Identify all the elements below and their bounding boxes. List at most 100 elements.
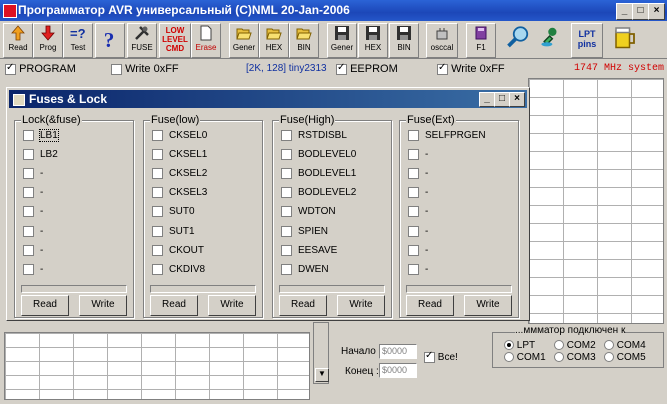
port-com5[interactable]: COM5 (604, 352, 646, 363)
fuse-checkbox[interactable] (152, 206, 163, 218)
group-write-button[interactable]: Write (79, 295, 127, 316)
group-read-button[interactable]: Read (150, 295, 198, 316)
fuse-item[interactable]: - (408, 206, 428, 220)
end-field[interactable]: $0000 (379, 363, 417, 378)
help-button[interactable]: ? (95, 23, 125, 58)
fuse-item[interactable]: BODLEVEL2 (281, 187, 356, 201)
port-com2[interactable]: COM2 (554, 340, 596, 351)
fuse-checkbox[interactable] (408, 129, 419, 141)
port-lpt[interactable]: LPT (504, 340, 535, 351)
fuse-item[interactable]: - (408, 263, 428, 277)
fuse-item[interactable]: RSTDISBL (281, 129, 347, 143)
fuse-checkbox[interactable] (281, 225, 292, 237)
fuse-item[interactable]: - (408, 167, 428, 181)
group-write-button[interactable]: Write (337, 295, 385, 316)
fuse-checkbox[interactable] (23, 129, 34, 141)
save-hex-button[interactable]: HEX (358, 23, 388, 58)
fuse-checkbox[interactable] (152, 187, 163, 199)
fuse-checkbox[interactable] (408, 148, 419, 160)
fuse-item[interactable]: SUT0 (152, 206, 195, 220)
lpt-pins-button[interactable]: LPT pins (571, 23, 603, 58)
dialog-maximize-button[interactable]: □ (494, 92, 510, 107)
fuse-item[interactable]: - (408, 225, 428, 239)
eeprom-grid[interactable] (528, 78, 664, 324)
fuse-checkbox[interactable] (281, 244, 292, 256)
fuse-checkbox[interactable] (281, 187, 292, 199)
fuse-item[interactable]: - (408, 244, 428, 258)
fuse-checkbox[interactable] (408, 225, 419, 237)
fuse-checkbox[interactable] (23, 187, 34, 199)
help-f1-button[interactable]: F1 (466, 23, 496, 58)
start-field[interactable]: $0000 (379, 344, 417, 359)
fuse-item[interactable]: - (23, 206, 43, 220)
save-gener-button[interactable]: Gener (327, 23, 357, 58)
fuse-item[interactable]: BODLEVEL1 (281, 167, 356, 181)
low-level-cmd-button[interactable]: LOW LEVEL CMD (159, 23, 191, 58)
radio-com3[interactable] (554, 352, 564, 363)
port-com1[interactable]: COM1 (504, 352, 546, 363)
fuse-checkbox[interactable] (408, 263, 419, 275)
fuse-item[interactable]: - (23, 225, 43, 239)
beer-button[interactable] (610, 23, 640, 56)
radio-com2[interactable] (554, 340, 564, 351)
fuse-item[interactable]: - (23, 244, 43, 258)
all-option[interactable]: Все! (424, 350, 458, 363)
fuse-item[interactable]: - (23, 263, 43, 277)
fuse-checkbox[interactable] (281, 167, 292, 179)
fuse-item[interactable]: LB2 (23, 148, 58, 162)
prog-button[interactable]: Prog (33, 23, 63, 58)
fuse-item[interactable]: CKSEL0 (152, 129, 207, 143)
fuse-checkbox[interactable] (152, 225, 163, 237)
dialog-minimize-button[interactable]: _ (479, 92, 495, 107)
fuse-item[interactable]: - (23, 187, 43, 201)
open-bin-button[interactable]: BIN (289, 23, 319, 58)
fuse-checkbox[interactable] (281, 206, 292, 218)
fuse-checkbox[interactable] (23, 148, 34, 160)
fuse-item[interactable]: CKOUT (152, 244, 204, 258)
radio-com4[interactable] (604, 340, 614, 351)
fuse-button[interactable]: FUSE (127, 23, 157, 58)
fuse-item[interactable]: SPIEN (281, 225, 328, 239)
fuse-checkbox[interactable] (152, 167, 163, 179)
group-write-button[interactable]: Write (208, 295, 256, 316)
fuse-checkbox[interactable] (281, 263, 292, 275)
fuse-item[interactable]: SELFPRGEN (408, 129, 486, 143)
port-com4[interactable]: COM4 (604, 340, 646, 351)
fuse-checkbox[interactable] (281, 148, 292, 160)
radio-lpt[interactable] (504, 340, 514, 351)
fuse-checkbox[interactable] (23, 244, 34, 256)
write-ff-right-checkbox[interactable] (437, 62, 448, 75)
fuse-checkbox[interactable] (408, 206, 419, 218)
fuse-checkbox[interactable] (23, 225, 34, 237)
group-read-button[interactable]: Read (406, 295, 454, 316)
group-write-button[interactable]: Write (464, 295, 512, 316)
chevron-down-icon[interactable]: ▼ (315, 368, 329, 382)
read-button[interactable]: Read (3, 23, 33, 58)
flash-scrollbar[interactable]: ▼ (313, 322, 329, 384)
fuse-item[interactable]: WDTON (281, 206, 336, 220)
write-ff-right-option[interactable]: Write 0xFF (437, 62, 505, 75)
fuse-checkbox[interactable] (408, 244, 419, 256)
fuse-item[interactable]: CKDIV8 (152, 263, 205, 277)
group-read-button[interactable]: Read (21, 295, 69, 316)
fuse-checkbox[interactable] (152, 263, 163, 275)
fuse-item[interactable]: LB1 (23, 128, 59, 143)
fuse-checkbox[interactable] (23, 206, 34, 218)
all-checkbox[interactable] (424, 350, 435, 363)
fuse-checkbox[interactable] (23, 263, 34, 275)
maximize-button[interactable]: □ (632, 3, 649, 20)
open-gener-button[interactable]: Gener (229, 23, 259, 58)
port-com3[interactable]: COM3 (554, 352, 596, 363)
save-bin-button[interactable]: BIN (389, 23, 419, 58)
fuse-item[interactable]: - (23, 167, 43, 181)
program-option[interactable]: PROGRAM (5, 62, 76, 75)
erase-button[interactable]: Erase (191, 23, 221, 58)
fuse-item[interactable]: SUT1 (152, 225, 195, 239)
fuse-item[interactable]: EESAVE (281, 244, 337, 258)
fuse-item[interactable]: DWEN (281, 263, 329, 277)
fuse-item[interactable]: - (408, 148, 428, 162)
test-button[interactable]: =? Test (63, 23, 93, 58)
stamp-button[interactable] (537, 23, 565, 56)
fuse-item[interactable]: - (408, 187, 428, 201)
fuse-item[interactable]: CKSEL3 (152, 187, 207, 201)
